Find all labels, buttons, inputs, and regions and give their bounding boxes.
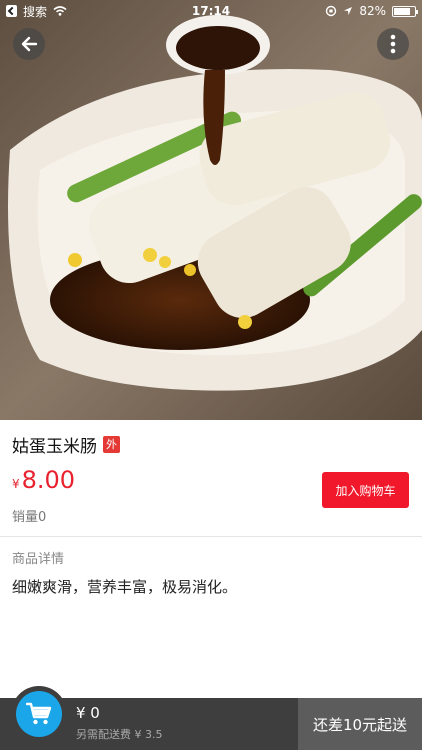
product-name: 姑蛋玉米肠 bbox=[12, 437, 97, 457]
cart-bar: ¥ 0 另需配送费 ¥ 3.5 还差10元起送 bbox=[0, 686, 422, 750]
product-title-row: 姑蛋玉米肠 外 bbox=[12, 432, 120, 457]
checkout-button[interactable]: 还差10元起送 bbox=[298, 698, 422, 750]
back-to-app-icon[interactable] bbox=[6, 5, 17, 17]
section-divider bbox=[0, 536, 422, 537]
price-value: 8.00 bbox=[21, 466, 76, 494]
shopping-cart-icon bbox=[26, 702, 52, 725]
cart-total: ¥ 0 bbox=[76, 704, 100, 722]
takeout-badge: 外 bbox=[103, 436, 120, 453]
more-vertical-icon bbox=[390, 34, 396, 54]
cart-button[interactable] bbox=[11, 686, 67, 742]
cart-amounts: ¥ 0 另需配送费 ¥ 3.5 bbox=[76, 704, 163, 742]
product-detail-page: 搜索 17:14 82% 姑蛋玉米肠 外 ¥8.00 加入购物车 销量0 商品详… bbox=[0, 0, 422, 750]
status-bar: 搜索 17:14 82% bbox=[0, 0, 422, 22]
back-arrow-icon bbox=[21, 36, 38, 52]
cart-circle[interactable] bbox=[16, 691, 62, 737]
product-price: ¥8.00 bbox=[12, 466, 75, 494]
product-image-illustration bbox=[0, 0, 422, 420]
battery-icon bbox=[392, 5, 418, 17]
back-to-app-label[interactable]: 搜索 bbox=[23, 3, 47, 20]
more-options-button[interactable] bbox=[377, 28, 409, 60]
price-currency: ¥ bbox=[12, 477, 20, 491]
location-icon bbox=[344, 7, 353, 15]
product-image bbox=[0, 0, 422, 420]
add-to-cart-button[interactable]: 加入购物车 bbox=[322, 472, 409, 508]
delivery-fee: 另需配送费 ¥ 3.5 bbox=[76, 728, 163, 741]
rotation-lock-icon bbox=[326, 5, 337, 17]
detail-description: 细嫩爽滑，营养丰富，极易消化。 bbox=[12, 578, 238, 596]
battery-percent: 82% bbox=[359, 4, 386, 18]
detail-heading: 商品详情 bbox=[12, 552, 65, 567]
wifi-icon bbox=[53, 6, 67, 16]
back-button[interactable] bbox=[13, 28, 45, 60]
sales-count: 销量0 bbox=[12, 510, 47, 525]
